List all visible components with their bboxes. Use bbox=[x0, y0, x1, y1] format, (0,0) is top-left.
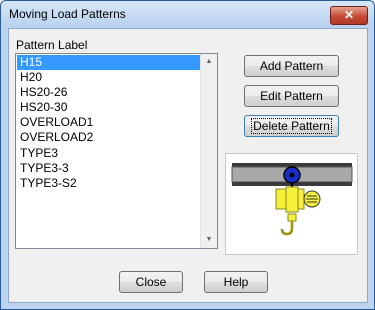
pattern-list-items: H15 H20 HS20-26 HS20-30 OVERLOAD1 OVERLO… bbox=[17, 55, 200, 247]
list-item[interactable]: TYPE3 bbox=[17, 146, 200, 161]
list-item[interactable]: OVERLOAD2 bbox=[17, 130, 200, 145]
list-item[interactable]: H20 bbox=[17, 70, 200, 85]
window-close-button[interactable]: ✕ bbox=[330, 6, 368, 25]
add-pattern-button[interactable]: Add Pattern bbox=[244, 55, 339, 77]
help-button[interactable]: Help bbox=[204, 271, 268, 293]
moving-load-preview bbox=[225, 153, 358, 255]
list-item[interactable]: TYPE3-S2 bbox=[17, 176, 200, 191]
hook bbox=[280, 221, 294, 236]
crane-hoist-icon bbox=[231, 163, 353, 236]
scroll-up-arrow-icon[interactable]: ▲ bbox=[201, 54, 217, 70]
delete-pattern-button[interactable]: Delete Pattern bbox=[244, 115, 339, 137]
title-bar: Moving Load Patterns ✕ bbox=[1, 1, 374, 27]
window-title: Moving Load Patterns bbox=[9, 7, 126, 21]
list-item[interactable]: HS20-30 bbox=[17, 100, 200, 115]
trolley-hub bbox=[289, 172, 295, 178]
close-icon: ✕ bbox=[343, 8, 355, 22]
hoist-block bbox=[285, 186, 299, 213]
dialog-body: Pattern Label H15 H20 HS20-26 HS20-30 OV… bbox=[8, 28, 368, 303]
pattern-listbox[interactable]: H15 H20 HS20-26 HS20-30 OVERLOAD1 OVERLO… bbox=[15, 53, 218, 249]
list-item[interactable]: HS20-26 bbox=[17, 85, 200, 100]
scroll-down-arrow-icon[interactable]: ▼ bbox=[201, 232, 217, 248]
edit-pattern-button[interactable]: Edit Pattern bbox=[244, 85, 339, 107]
list-item[interactable]: H15 bbox=[17, 55, 200, 71]
list-item[interactable]: TYPE3-3 bbox=[17, 161, 200, 176]
list-scrollbar[interactable]: ▲ ▼ bbox=[200, 54, 217, 248]
pattern-label-heading: Pattern Label bbox=[16, 38, 88, 52]
list-item[interactable]: OVERLOAD1 bbox=[17, 115, 200, 130]
close-button[interactable]: Close bbox=[119, 271, 183, 293]
moving-load-patterns-dialog: Moving Load Patterns ✕ Pattern Label H15… bbox=[0, 0, 375, 310]
delete-pattern-label: Delete Pattern bbox=[251, 118, 332, 134]
hook-block bbox=[287, 213, 297, 222]
